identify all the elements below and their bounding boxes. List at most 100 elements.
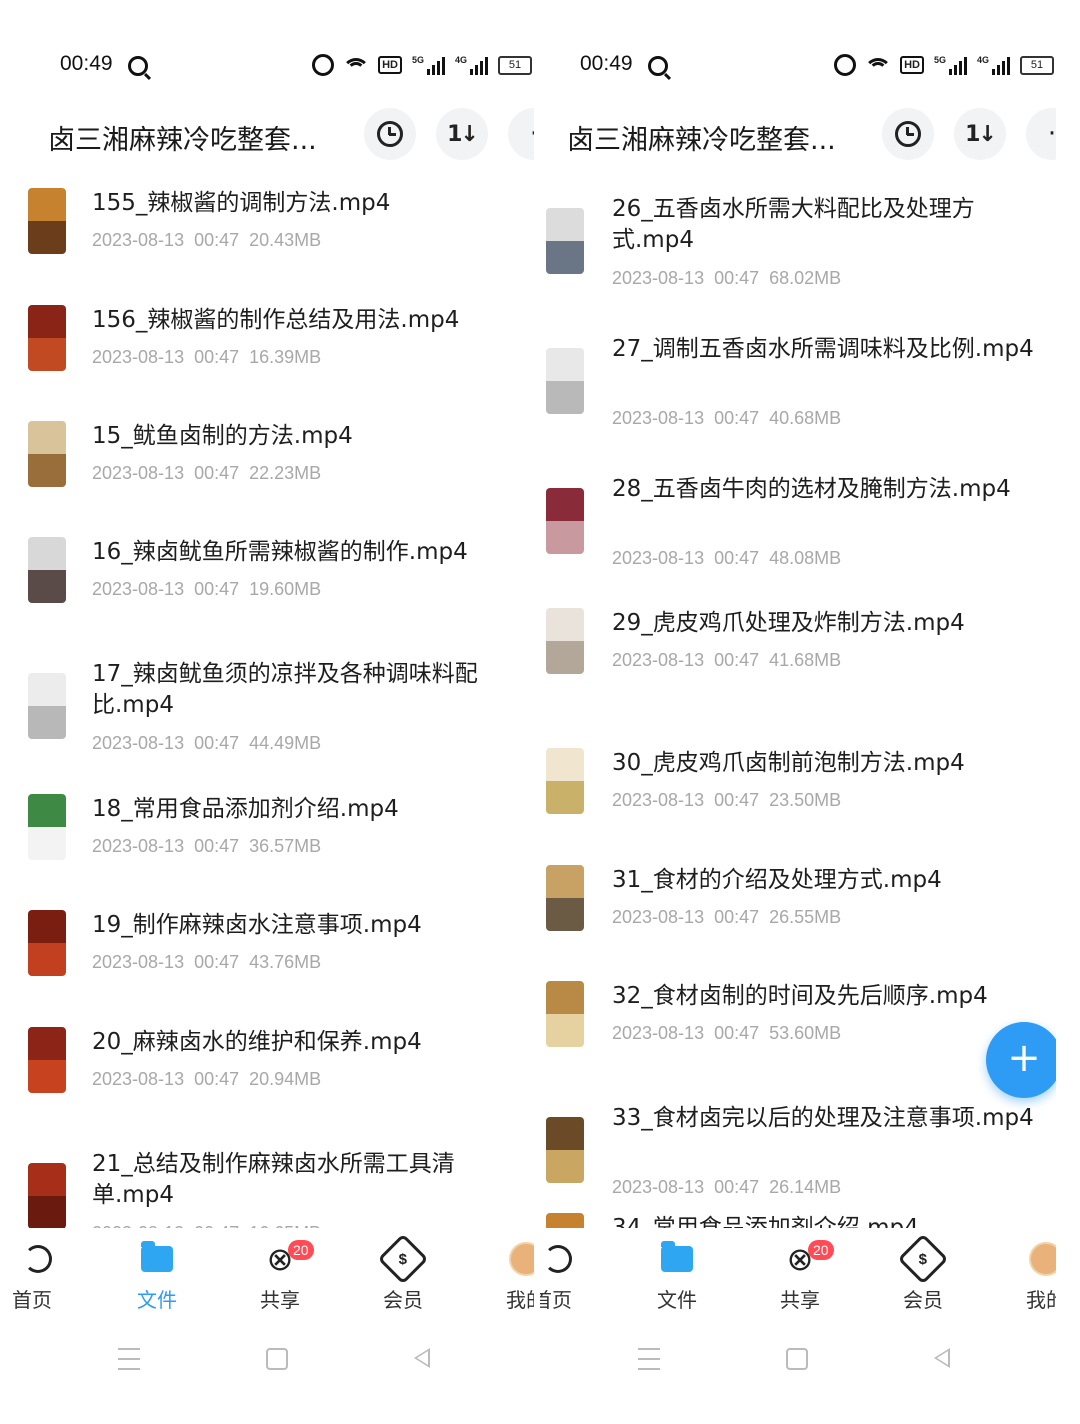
file-name: 28_五香卤牛肉的选材及腌制方法.mp4	[612, 476, 1011, 502]
file-row[interactable]: 28_五香卤牛肉的选材及腌制方法.mp4 2023-08-13 00:47 48.08…	[540, 460, 1056, 600]
file-name: 15_鱿鱼卤制的方法.mp4	[92, 423, 353, 449]
alarm-icon	[312, 54, 335, 76]
more-icon: ·	[530, 119, 534, 149]
file-date: 2023-08-13	[612, 408, 705, 428]
file-name: 33_食材卤完以后的处理及注意事项.mp4	[612, 1105, 1034, 1131]
nav-home-icon[interactable]	[266, 1348, 288, 1370]
history-button[interactable]	[882, 108, 934, 160]
signal-4g-icon: 4G	[977, 55, 1010, 75]
tab-me[interactable]: 我的	[996, 1234, 1056, 1313]
file-size: 26.14MB	[769, 1177, 842, 1197]
file-size: 36.57MB	[249, 836, 322, 856]
tab-home-label: 首页	[540, 1288, 572, 1312]
more-button[interactable]: ·	[508, 108, 534, 160]
file-name: 17_辣卤鱿鱼须的凉拌及各种调味料配比.mp4	[92, 661, 478, 718]
tab-files[interactable]: 文件	[107, 1234, 207, 1313]
file-row[interactable]: 18_常用食品添加剂介绍.mp4 2023-08-13 00:47 36.57MB	[0, 786, 534, 902]
file-row[interactable]: 30_虎皮鸡爪卤制前泡制方法.mp4 2023-08-13 00:47 23.50MB	[540, 740, 1056, 856]
file-name: 27_调制五香卤水所需调味料及比例.mp4	[612, 336, 1034, 362]
file-time: 00:47	[714, 790, 760, 810]
tab-vip-label: 会员	[383, 1288, 423, 1312]
file-row[interactable]: 26_五香卤水所需大料配比及处理方式.mp4 2023-08-13 00:47 68.…	[540, 180, 1056, 320]
tab-me[interactable]: 我的	[476, 1234, 534, 1313]
file-meta: 2023-08-13 00:47 48.08MB	[612, 548, 841, 569]
home-icon	[544, 1245, 572, 1273]
file-meta: 2023-08-13 00:47 16.39MB	[92, 347, 321, 368]
share-badge: 20	[288, 1240, 314, 1260]
nav-back-icon[interactable]	[934, 1348, 950, 1368]
tab-home[interactable]: 首页	[0, 1234, 88, 1313]
file-row[interactable]: 32_食材卤制的时间及先后顺序.mp4 2023-08-13 00:47 53.60M…	[540, 973, 1056, 1089]
file-size: 43.76MB	[249, 952, 322, 972]
file-date: 2023-08-13	[612, 268, 705, 288]
wifi-icon	[344, 56, 369, 74]
file-date: 2023-08-13	[92, 463, 185, 483]
file-row[interactable]: 15_鱿鱼卤制的方法.mp4 2023-08-13 00:47 22.23MB	[0, 413, 534, 529]
file-row[interactable]: 27_调制五香卤水所需调味料及比例.mp4 2023-08-13 00:47 40.6…	[540, 320, 1056, 460]
system-nav-bar	[0, 1342, 534, 1378]
alarm-icon	[834, 54, 857, 76]
file-list: 155_辣椒酱的调制方法.mp4 2023-08-13 00:47 20.43MB 15…	[0, 180, 534, 1228]
vip-icon: $	[377, 1233, 429, 1285]
file-row[interactable]: 20_麻辣卤水的维护和保养.mp4 2023-08-13 00:47 20.94MB	[0, 1019, 534, 1135]
tab-vip[interactable]: $ 会员	[873, 1233, 973, 1313]
add-button[interactable]: +	[986, 1022, 1056, 1098]
file-row[interactable]: 156_辣椒酱的制作总结及用法.mp4 2023-08-13 00:47 16.39M…	[0, 297, 534, 413]
file-time: 00:47	[194, 836, 240, 856]
file-date: 2023-08-13	[612, 548, 705, 568]
file-date: 2023-08-13	[612, 1023, 705, 1043]
file-size: 48.08MB	[769, 548, 842, 568]
status-bar: 00:49 HD 5G 4G 51	[540, 50, 1056, 84]
file-name: 155_辣椒酱的调制方法.mp4	[92, 190, 391, 216]
share-badge: 20	[808, 1240, 834, 1260]
file-meta: 2023-08-13 00:47 20.94MB	[92, 1069, 321, 1090]
sort-button[interactable]: 1↓	[954, 108, 1006, 160]
file-size: 22.23MB	[249, 463, 322, 483]
file-size: 20.43MB	[249, 230, 322, 250]
file-size: 23.50MB	[769, 790, 842, 810]
file-row[interactable]: 29_虎皮鸡爪处理及炸制方法.mp4 2023-08-13 00:47 41.68MB	[540, 600, 1056, 716]
sort-button[interactable]: 1↓	[436, 108, 488, 160]
file-time: 00:47	[714, 408, 760, 428]
tab-share-label: 共享	[260, 1288, 300, 1312]
file-size: 68.02MB	[769, 268, 842, 288]
video-thumbnail	[546, 1213, 584, 1228]
left-screenshot: 00:49 HD 5G 4G 51 卤三湘麻辣冷吃整套... 1↓ · 155_…	[0, 0, 534, 1424]
file-name: 20_麻辣卤水的维护和保养.mp4	[92, 1029, 422, 1055]
file-date: 2023-08-13	[92, 579, 185, 599]
nav-home-icon[interactable]	[786, 1348, 808, 1370]
file-date: 2023-08-13	[92, 1069, 185, 1089]
nav-back-icon[interactable]	[414, 1348, 430, 1368]
history-button[interactable]	[364, 108, 416, 160]
file-name: 156_辣椒酱的制作总结及用法.mp4	[92, 307, 460, 333]
file-date: 2023-08-13	[92, 347, 185, 367]
tab-vip[interactable]: $ 会员	[353, 1233, 453, 1313]
file-row[interactable]: 155_辣椒酱的调制方法.mp4 2023-08-13 00:47 20.43MB	[0, 180, 534, 296]
q-icon	[128, 56, 148, 76]
file-row[interactable]: 17_辣卤鱿鱼须的凉拌及各种调味料配比.mp4 2023-08-13 00:47 44…	[0, 645, 534, 785]
tab-share[interactable]: ⊗ 20 共享	[230, 1234, 330, 1313]
file-meta: 2023-08-13 00:47 40.68MB	[612, 408, 841, 429]
file-row[interactable]: 31_食材的介绍及处理方式.mp4 2023-08-13 00:47 26.55MB	[540, 857, 1056, 973]
video-thumbnail	[28, 188, 66, 254]
more-button[interactable]: ·	[1026, 108, 1056, 160]
nav-menu-icon[interactable]	[118, 1348, 140, 1370]
file-time: 00:47	[194, 952, 240, 972]
file-row[interactable]: 34_常用食品添加剂介绍.mp4	[540, 1205, 1056, 1228]
file-row[interactable]: 16_辣卤鱿鱼所需辣椒酱的制作.mp4 2023-08-13 00:47 19.60M…	[0, 529, 534, 645]
file-meta: 2023-08-13 00:47 36.57MB	[92, 836, 321, 857]
file-time: 00:47	[194, 347, 240, 367]
tab-home[interactable]: 首页	[540, 1234, 608, 1313]
tab-share[interactable]: ⊗ 20 共享	[750, 1234, 850, 1313]
video-thumbnail	[546, 981, 584, 1047]
file-meta: 2023-08-13 00:47 19.60MB	[92, 579, 321, 600]
file-row[interactable]: 19_制作麻辣卤水注意事项.mp4 2023-08-13 00:47 43.76MB	[0, 902, 534, 1018]
file-time: 00:47	[194, 733, 240, 753]
file-time: 00:47	[714, 268, 760, 288]
nav-menu-icon[interactable]	[638, 1348, 660, 1370]
file-row[interactable]: 21_总结及制作麻辣卤水所需工具清单.mp4 2023-08-13 00:47 16.…	[0, 1135, 534, 1228]
wifi-icon	[866, 56, 891, 74]
file-time: 00:47	[714, 1023, 760, 1043]
file-size: 19.60MB	[249, 579, 322, 599]
tab-files[interactable]: 文件	[627, 1234, 727, 1313]
